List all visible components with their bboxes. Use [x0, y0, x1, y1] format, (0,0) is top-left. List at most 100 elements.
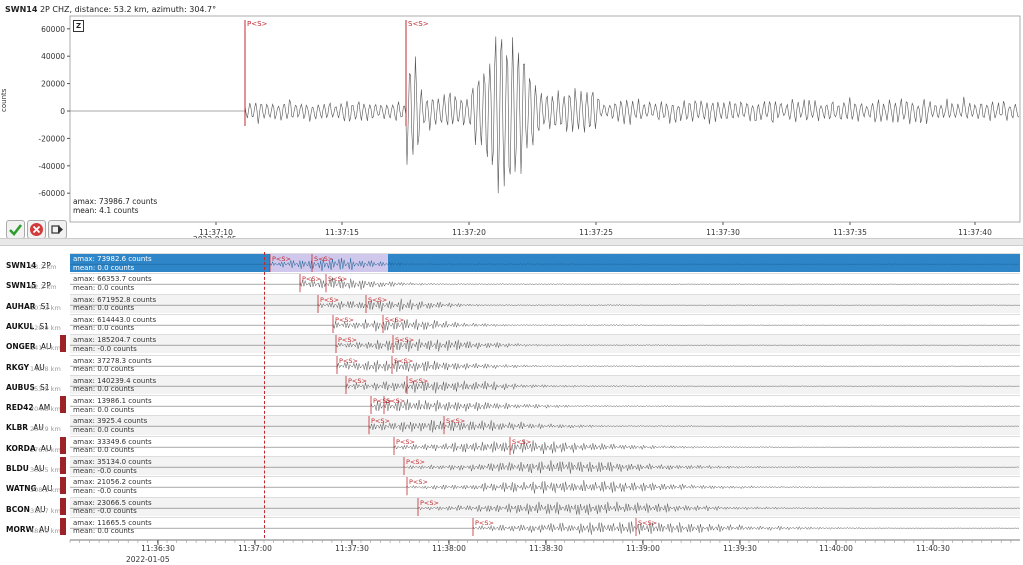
row-waveform-svg: P<S>S<S> — [70, 416, 1020, 435]
row-mean: mean: 0.0 counts — [73, 405, 135, 414]
row-waveform-svg: P<S> — [70, 477, 1020, 496]
row-amax: amax: 73982.6 counts — [73, 255, 152, 263]
s-pick-label: S<S> — [394, 357, 413, 365]
x-tick-label: 11:37:35 — [833, 228, 867, 237]
row-mean: mean: 0.0 counts — [73, 527, 135, 536]
row-stats: amax: 11665.5 counts mean: 0.0 counts — [73, 519, 152, 536]
trace-strip[interactable]: P<S> amax: 23066.5 counts mean: -0.0 count… — [70, 496, 1020, 516]
station-row[interactable]: KORDA AU 276.0 km P<S> S<S> amax: 33349.6 c… — [0, 435, 1023, 455]
row-stats: amax: 3925.4 counts mean: 0.0 counts — [73, 417, 147, 434]
row-stats: amax: 614443.0 counts mean: 0.0 counts — [73, 316, 156, 333]
row-waveform — [70, 420, 1020, 433]
row-mean: mean: 0.0 counts — [73, 385, 135, 394]
s-pick-label: S<S> — [328, 275, 347, 283]
p-pick-label: P<S> — [339, 357, 358, 365]
y-axis-label: counts — [0, 88, 8, 112]
station-row[interactable]: AUHAR S1 107.3 km P<S> S<S> amax: 671952.8 … — [0, 293, 1023, 313]
station-distance: 482.0 km — [30, 526, 61, 535]
trace-strip[interactable]: P<S> S<S> amax: 140239.4 counts mean: 0.0 c… — [70, 374, 1020, 395]
trace-strip[interactable]: P<S> S<S> amax: 13986.1 counts mean: 0.0 co… — [70, 395, 1020, 415]
row-stats: amax: 33349.6 counts mean: 0.0 counts — [73, 438, 152, 455]
station-row[interactable]: ONGER AU 141.4 km P<S> S<S> amax: 185204.7 … — [0, 333, 1023, 354]
station-name: RKGY — [6, 362, 30, 372]
row-mean: mean: -0.0 counts — [73, 344, 137, 353]
y-tick-label: 20000 — [41, 80, 65, 89]
station-distance: 276.0 km — [30, 445, 61, 454]
trace-strip[interactable]: P<S> S<S> amax: 11665.5 counts mean: 0.0 co… — [70, 516, 1020, 537]
station-row[interactable]: WATNG AU 308.1 km P<S> amax: 21056.2 count… — [0, 475, 1023, 496]
y-tick-label: 0 — [60, 107, 65, 116]
y-tick-label: -20000 — [38, 134, 65, 143]
station-row[interactable]: BCON AU 339.7 km P<S> amax: 23066.5 counts… — [0, 496, 1023, 516]
status-flag — [60, 396, 66, 414]
p-pick-label: P<S> — [272, 255, 291, 263]
trace-strip[interactable]: P<S> S<S> amax: 614443.0 counts mean: 0.0 c… — [70, 313, 1020, 334]
station-row[interactable]: MORW AU 482.0 km P<S> S<S> amax: 11665.5 co… — [0, 516, 1023, 537]
status-flag — [60, 457, 66, 474]
row-waveform-svg: P<S> — [70, 457, 1019, 476]
row-stats: amax: 671952.8 counts mean: 0.0 counts — [73, 296, 156, 313]
row-amax: amax: 35134.0 counts — [73, 458, 152, 466]
p-pick-label: P<S> — [371, 417, 390, 425]
station-row[interactable]: AUBUS S1 153.5 km P<S> S<S> amax: 140239.4 … — [0, 374, 1023, 395]
trace-strip[interactable]: P<S> S<S> amax: 185204.7 counts mean: -0.0 … — [70, 334, 1020, 354]
trace-stats: amax: 73986.7 counts mean: 4.1 counts — [73, 197, 157, 215]
p-pick-label: P<S> — [338, 336, 357, 344]
trace-strip[interactable]: P<S> S<S> amax: 3925.4 counts mean: 0.0 cou… — [70, 415, 1020, 435]
row-amax: amax: 33349.6 counts — [73, 437, 152, 446]
station-distance: 107.3 km — [30, 303, 61, 312]
p-pick-label: P<S> — [396, 438, 415, 446]
row-waveform — [70, 501, 1020, 515]
trace-strip[interactable]: P<S> S<S> amax: 73982.6 counts mean: 0.0 co… — [70, 253, 1020, 273]
s-pick-label: S<S> — [395, 336, 414, 344]
station-distance: 204.9 km — [30, 425, 61, 434]
station-row[interactable]: SWN15 2P 62.2 km P<S> S<S> amax: 66353.7 co… — [0, 272, 1023, 293]
station-row[interactable]: AUKUL S1 128.9 km P<S> S<S> amax: 614443.0 … — [0, 313, 1023, 334]
next-button[interactable] — [48, 220, 67, 239]
row-amax: amax: 11665.5 counts — [73, 518, 152, 527]
row-waveform-svg: P<S> S<S> — [70, 355, 1020, 374]
station-row[interactable]: RKGY AU 142.8 km P<S> S<S> amax: 37278.3 co… — [0, 354, 1023, 374]
status-flag — [60, 335, 66, 353]
trace-strip[interactable]: P<S> S<S> amax: 671952.8 counts mean: 0.0 c… — [70, 293, 1020, 313]
trace-strip[interactable]: P<S> amax: 21056.2 counts mean: -0.0 count… — [70, 476, 1020, 496]
s-pick-label: S<S> — [386, 397, 405, 405]
row-mean: mean: -0.0 counts — [73, 466, 137, 475]
accept-button[interactable] — [6, 220, 25, 239]
s-pick-label: S<S> — [512, 438, 531, 446]
cancel-icon — [30, 223, 43, 236]
trace-strip[interactable]: P<S> S<S> amax: 66353.7 counts mean: 0.0 co… — [70, 273, 1020, 293]
row-amax: amax: 140239.4 counts — [73, 376, 157, 385]
component-badge: Z — [73, 20, 84, 32]
next-icon — [51, 225, 63, 234]
time-tick-label: 11:39:00 — [626, 544, 660, 553]
station-distance: 142.8 km — [30, 364, 61, 373]
x-tick-label: 11:37:20 — [452, 228, 486, 237]
zoom-trace-panel[interactable]: 60000 40000 20000 0 -20000 -40000 -60000 11:37:… — [0, 14, 1023, 244]
time-tick-label: 11:39:30 — [723, 544, 757, 553]
row-waveform — [70, 439, 1020, 454]
station-row[interactable]: BLDU AU 302.5 km P<S> amax: 35134.0 counts… — [0, 455, 1023, 476]
trace-strip[interactable]: P<S> S<S> amax: 33349.6 counts mean: 0.0 co… — [70, 435, 1020, 455]
row-stats: amax: 66353.7 counts mean: 0.0 counts — [73, 275, 152, 292]
s-pick-label: S<S> — [314, 255, 333, 263]
row-amax: amax: 13986.1 counts — [73, 397, 152, 406]
station-distance: 141.4 km — [30, 344, 61, 353]
trace-strip[interactable]: P<S> amax: 35134.0 counts mean: -0.0 count… — [70, 456, 1020, 476]
y-tick-label: 60000 — [41, 25, 65, 34]
station-distance: 53.2 km — [30, 263, 57, 271]
station-row[interactable]: SWN14 2P 53.2 km P<S> S<S> amax: 73982.6 co… — [0, 252, 1023, 273]
time-tick-label: 11:40:30 — [916, 544, 950, 553]
station-row[interactable]: RED42 AM 204.8 km P<S> S<S> amax: 13986.1 c… — [0, 394, 1023, 415]
row-stats: amax: 23066.5 counts mean: -0.0 counts — [73, 499, 152, 516]
row-amax: amax: 21056.2 counts — [73, 478, 152, 487]
trace-strip[interactable]: P<S> S<S> amax: 37278.3 counts mean: 0.0 co… — [70, 354, 1020, 374]
row-waveform-svg: P<S>S<S> — [70, 396, 1020, 415]
s-pick-label: S<S> — [409, 377, 428, 385]
time-tick-label: 11:38:30 — [529, 544, 563, 553]
reject-button[interactable] — [27, 220, 46, 239]
s-pick-label: S<S> — [408, 20, 429, 28]
panel-splitter[interactable] — [0, 238, 1023, 246]
p-pick-label: P<S> — [247, 20, 268, 28]
station-row[interactable]: KLBR AU 204.9 km P<S> S<S> amax: 3925.4 cou… — [0, 414, 1023, 435]
